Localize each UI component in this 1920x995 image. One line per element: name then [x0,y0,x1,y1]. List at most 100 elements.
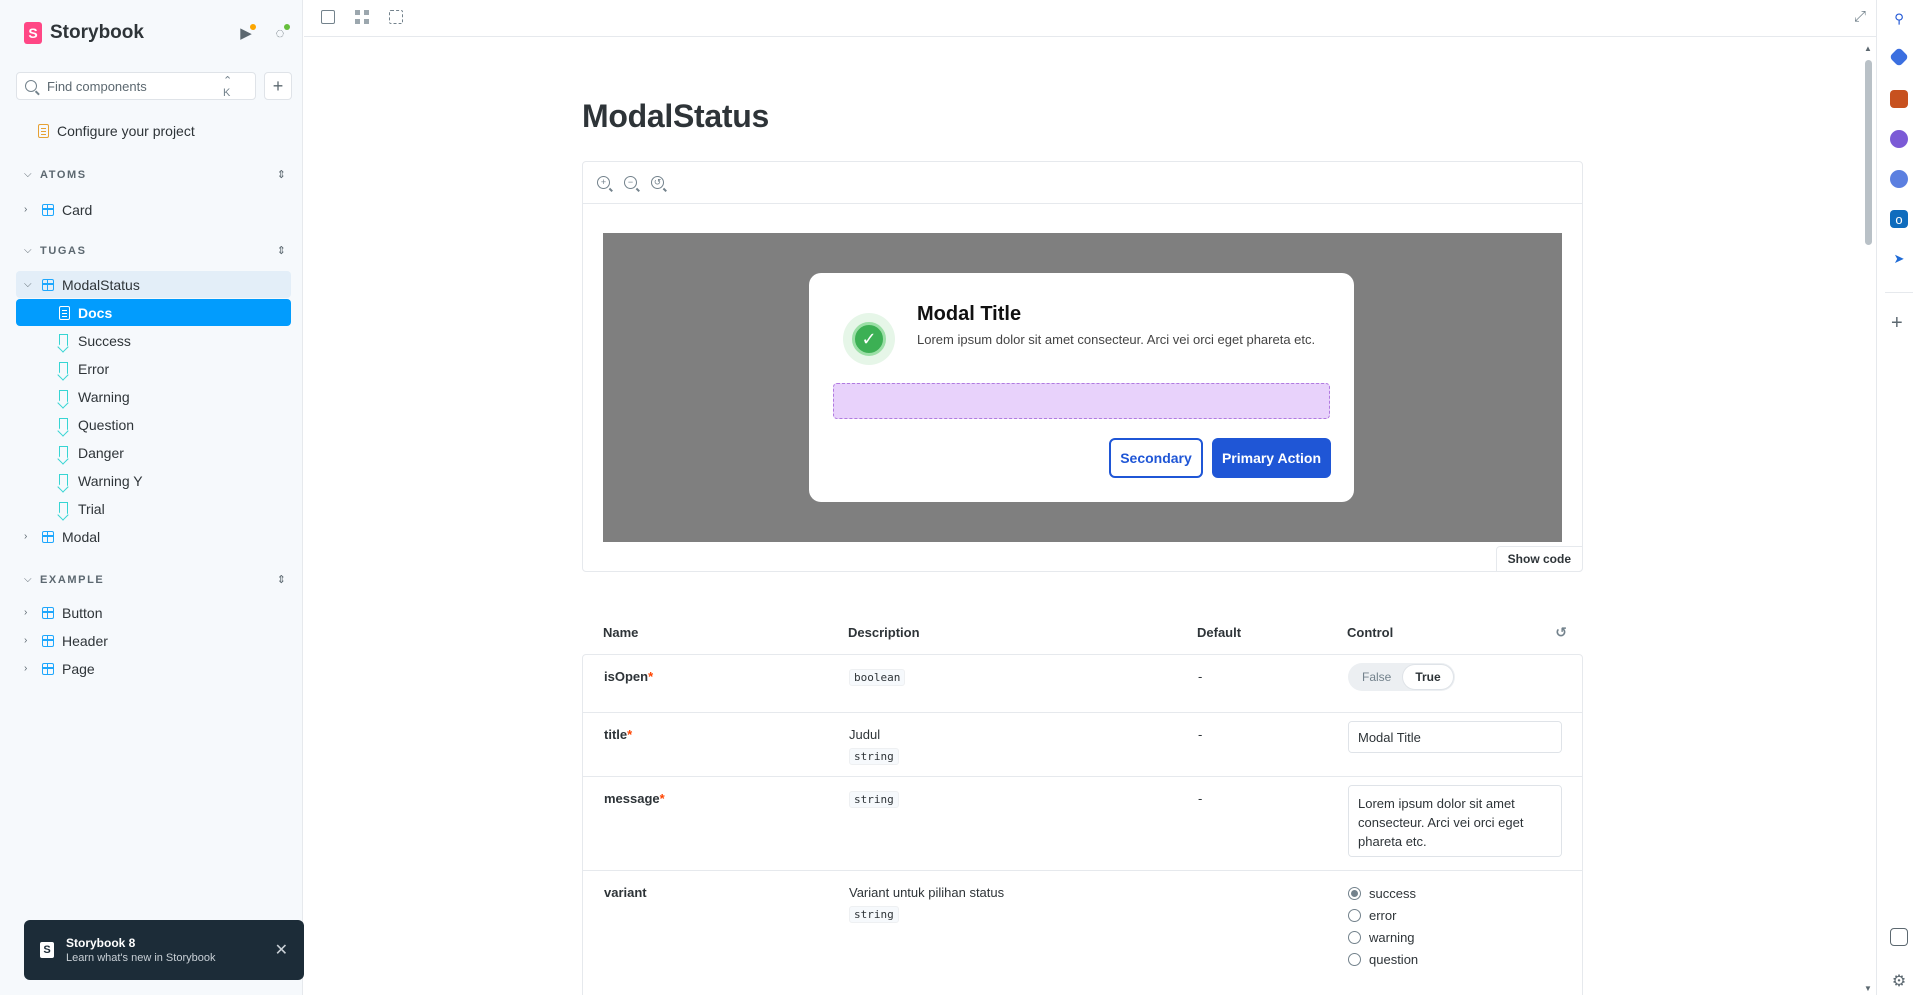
header-default: Default [1197,624,1242,640]
toggle-true[interactable]: True [1403,665,1453,689]
scrollbar-thumb[interactable] [1865,60,1872,245]
header-control: Control [1347,624,1394,640]
chevron-down-icon: ⌵ [24,279,32,290]
modal-title: Modal Title [917,303,1022,325]
secondary-button[interactable]: Secondary [1109,438,1203,478]
bookmark-icon [59,362,68,375]
table-row: isOpen* boolean - False True [583,655,1582,712]
search-box: ⌃ K [16,72,256,100]
toggle-false[interactable]: False [1350,665,1403,689]
whats-new-toast[interactable]: S Storybook 8 Learn what's new in Storyb… [24,920,304,980]
search-icon[interactable]: ⚲ [1890,10,1908,28]
story-warning-y[interactable]: Warning Y [16,467,291,494]
settings-menu-icon[interactable]: ◌ [270,23,290,43]
gear-icon[interactable]: ⚙ [1890,972,1908,990]
group-tugas[interactable]: ⌵ TUGAS ⇕ [24,244,286,258]
outline-icon[interactable] [389,10,403,24]
chevron-right-icon: › [24,531,28,542]
tree-item-modalstatus[interactable]: ⌵ ModalStatus [16,271,291,298]
storybook-icon: S [40,942,54,958]
type-badge: string [849,791,899,808]
primary-action-button[interactable]: Primary Action [1212,438,1331,478]
modal-dialog: ✓ Modal Title Lorem ipsum dolor sit amet… [809,273,1354,502]
create-story-button[interactable]: + [264,72,292,100]
configure-project-link[interactable]: Configure your project [38,123,195,139]
expand-collapse-icon[interactable]: ⇕ [277,168,286,181]
search-icon [25,80,37,92]
copilot-icon[interactable] [1890,170,1908,188]
grid-icon[interactable] [355,10,369,24]
bookmark-icon [59,418,68,431]
show-code-button[interactable]: Show code [1495,546,1583,572]
story-success[interactable]: Success [16,327,291,354]
radio-question[interactable]: question [1348,945,1582,973]
title-input[interactable]: Modal Title [1348,721,1562,753]
close-icon[interactable]: ✕ [275,940,288,960]
briefcase-icon[interactable] [1890,90,1908,108]
table-row: title* Judul string - Modal Title [583,712,1582,776]
people-icon[interactable] [1890,130,1908,148]
tree-item-modal[interactable]: › Modal [16,523,291,550]
outlook-icon[interactable]: o [1890,210,1908,228]
zoom-reset-icon[interactable]: ↺ [651,176,664,189]
scroll-up-icon[interactable]: ▲ [1864,44,1872,53]
story-error[interactable]: Error [16,355,291,382]
scrollbar[interactable]: ▲ ▼ [1862,40,1874,995]
group-example[interactable]: ⌵ EXAMPLE ⇕ [24,573,286,587]
onboarding-icon[interactable]: ▶ [236,23,256,43]
storybook-logo[interactable]: S Storybook [24,22,144,44]
component-icon [42,278,54,291]
message-input[interactable]: Lorem ipsum dolor sit amet consecteur. A… [1348,785,1562,857]
tree-item-button[interactable]: › Button [16,599,291,626]
bookmark-icon [59,334,68,347]
zoom-out-icon[interactable]: − [624,176,637,189]
expand-collapse-icon[interactable]: ⇕ [277,244,286,257]
add-icon[interactable]: + [1891,312,1903,335]
chevron-down-icon: ⌵ [24,169,32,180]
header-description: Description [848,624,920,640]
story-danger[interactable]: Danger [16,439,291,466]
chevron-down-icon: ⌵ [24,574,32,585]
tree-item-header[interactable]: › Header [16,627,291,654]
bookmark-icon [59,446,68,459]
chevron-down-icon: ⌵ [24,245,32,256]
screen-icon[interactable] [1890,928,1908,946]
args-table: Name Description Default Control ↺ isOpe… [582,610,1583,995]
story-trial[interactable]: Trial [16,495,291,522]
zoom-in-icon[interactable]: + [597,176,610,189]
fullscreen-icon[interactable]: ⤢ [1854,8,1866,25]
header-name: Name [603,624,639,640]
chevron-right-icon: › [24,204,28,215]
component-icon [42,634,54,647]
chevron-right-icon: › [24,607,28,618]
tree-item-card[interactable]: › Card [16,196,291,223]
story-question[interactable]: Question [16,411,291,438]
bookmark-icon [59,502,68,515]
story-preview: + − ↺ ✓ Modal Title Lorem ipsum dolor si… [582,161,1583,572]
sidebar: S Storybook ▶ ◌ ⌃ K + Configure your pro… [0,0,304,995]
document-icon [38,124,49,138]
group-atoms[interactable]: ⌵ ATOMS ⇕ [24,168,286,182]
modal-message: Lorem ipsum dolor sit amet consecteur. A… [917,332,1316,347]
expand-collapse-icon[interactable]: ⇕ [277,573,286,586]
story-warning[interactable]: Warning [16,383,291,410]
send-icon[interactable]: ➤ [1890,250,1908,268]
tree-item-page[interactable]: › Page [16,655,291,682]
status-icon-wrap: ✓ [843,313,895,365]
reset-icon[interactable]: ↺ [1555,624,1567,641]
preview-canvas: ✓ Modal Title Lorem ipsum dolor sit amet… [603,233,1562,542]
search-input[interactable] [47,78,223,94]
tag-icon[interactable] [1889,47,1909,67]
story-docs[interactable]: Docs [16,299,291,326]
document-icon [59,305,70,320]
chevron-right-icon: › [24,663,28,674]
brand-name: Storybook [50,22,144,43]
table-row: message* string - Lorem ipsum dolor sit … [583,776,1582,870]
search-shortcut: ⌃ K [223,74,236,99]
storybook-icon: S [24,22,42,44]
chevron-right-icon: › [24,635,28,646]
boolean-toggle[interactable]: False True [1348,663,1455,691]
bookmark-icon [59,474,68,487]
scroll-down-icon[interactable]: ▼ [1864,984,1872,993]
background-icon[interactable] [321,10,335,24]
